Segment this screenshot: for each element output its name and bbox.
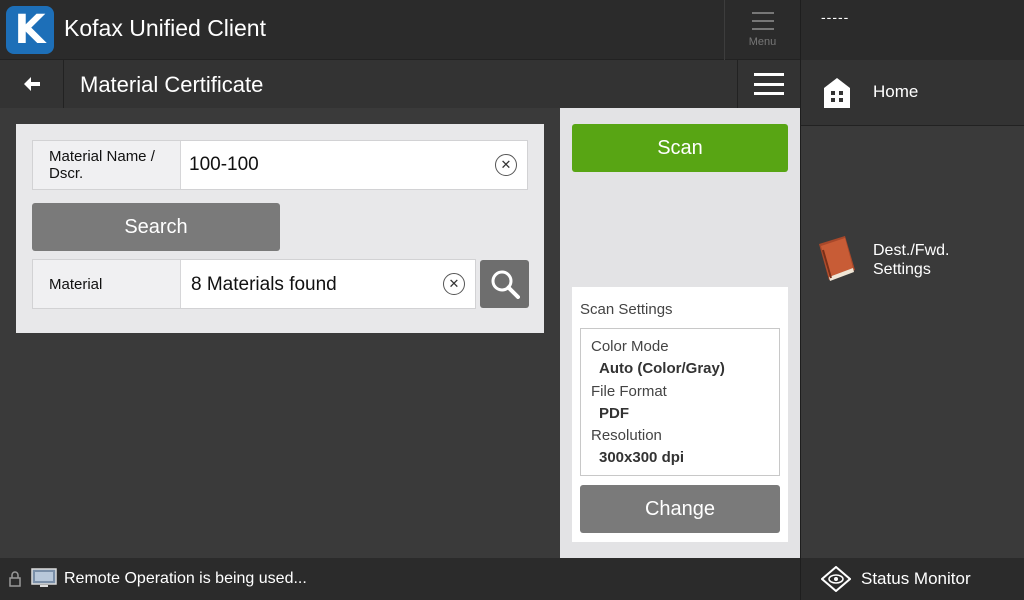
status-monitor-label: Status Monitor [861, 569, 971, 588]
scan-settings-title: Scan Settings [580, 301, 673, 318]
setting-key: Resolution [591, 427, 662, 444]
address-book-icon [819, 236, 855, 281]
clear-icon[interactable]: ✕ [443, 273, 465, 295]
user-name: ----- [821, 9, 850, 25]
back-arrow-icon [23, 77, 40, 91]
scan-settings-card: Scan Settings Color Mode Auto (Color/Gra… [572, 287, 788, 542]
scan-panel: Scan Scan Settings Color Mode Auto (Colo… [560, 108, 800, 558]
setting-key: Color Mode [591, 338, 669, 355]
nav-dest-label: Dest./Fwd. Settings [873, 241, 949, 279]
user-area: ----- [800, 0, 1024, 60]
menu-label: Menu [748, 36, 777, 48]
status-bar: Remote Operation is being used... [0, 558, 800, 600]
material-value: 8 Materials found [191, 274, 337, 295]
app-title: Kofax Unified Client [64, 15, 266, 41]
material-search-button[interactable] [480, 260, 529, 308]
remote-monitor-icon [31, 568, 57, 587]
change-button[interactable]: Change [580, 485, 780, 533]
hamburger-button[interactable] [737, 60, 800, 108]
setting-value: 300x300 dpi [599, 449, 685, 466]
clear-icon[interactable]: ✕ [495, 154, 517, 176]
nav-dest-line1: Dest./Fwd. [873, 242, 950, 259]
scan-button[interactable]: Scan [572, 124, 788, 172]
material-field[interactable]: Material 8 Materials found ✕ [32, 259, 476, 309]
status-monitor-button[interactable]: Status Monitor [800, 558, 1024, 600]
scan-settings-list: Color Mode Auto (Color/Gray) File Format… [580, 328, 780, 476]
setting-value: PDF [599, 405, 629, 422]
menu-icon [751, 12, 774, 30]
kofax-logo: K [6, 6, 54, 54]
nav-home-label: Home [873, 82, 919, 101]
menu-button[interactable]: Menu [724, 0, 800, 60]
setting-key: File Format [591, 383, 667, 400]
lock-icon [9, 571, 21, 587]
page-title: Material Certificate [80, 72, 264, 97]
search-icon [491, 270, 520, 299]
top-bar: K Kofax Unified Client Menu [0, 0, 800, 60]
hamburger-icon [754, 73, 784, 95]
status-message: Remote Operation is being used... [64, 570, 307, 587]
material-label: Material [33, 260, 181, 308]
right-nav: Home Dest./Fwd. Settings [800, 60, 1024, 558]
nav-home[interactable]: Home [801, 60, 1024, 126]
title-bar: Material Certificate [0, 60, 800, 108]
material-name-label: Material Name / Dscr. [33, 141, 181, 189]
material-name-value: 100-100 [189, 154, 259, 175]
setting-value: Auto (Color/Gray) [599, 360, 725, 377]
home-icon [824, 78, 850, 108]
logo-letter: K [14, 7, 46, 53]
app-root: K Kofax Unified Client Menu ----- Materi… [0, 0, 1024, 600]
nav-dest-line2: Settings [873, 261, 931, 278]
search-panel: Material Name / Dscr. 100-100 ✕ Search M… [16, 124, 544, 333]
back-button[interactable] [0, 60, 64, 108]
material-name-field[interactable]: Material Name / Dscr. 100-100 ✕ [32, 140, 528, 190]
status-monitor-icon [821, 566, 851, 592]
search-button[interactable]: Search [32, 203, 280, 251]
main-area: Material Name / Dscr. 100-100 ✕ Search M… [0, 108, 560, 558]
nav-dest-settings[interactable]: Dest./Fwd. Settings [801, 226, 1024, 296]
